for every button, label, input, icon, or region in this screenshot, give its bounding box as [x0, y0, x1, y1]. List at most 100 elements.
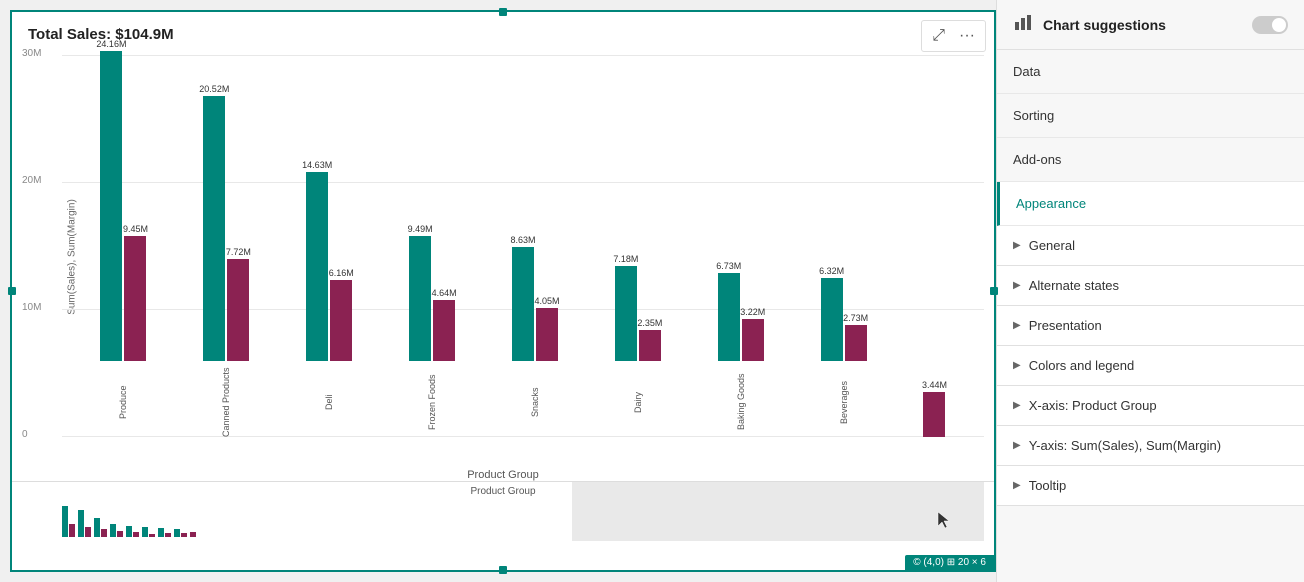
bar-purple-8[interactable]: 3.44M [923, 380, 945, 437]
bar-label-2: Deli [324, 367, 334, 437]
mini-bar-group-8 [190, 532, 196, 537]
bar-label-0: Produce [118, 367, 128, 437]
mini-bar-group-2 [94, 518, 107, 537]
section-colors-legend-label: Colors and legend [1029, 358, 1135, 373]
bar-group-0: 24.16M9.45M Produce [100, 39, 146, 437]
bar-teal-7[interactable]: 6.32M [821, 266, 843, 361]
section-general: ▶ General [997, 226, 1304, 266]
nav-label-addons: Add-ons [1013, 152, 1061, 167]
section-alternate-states-header[interactable]: ▶ Alternate states [997, 266, 1304, 305]
bar-purple-6[interactable]: 3.22M [742, 307, 764, 361]
bar-group-3: 9.49M4.64M Frozen Foods [409, 224, 455, 437]
mini-bar-group-3 [110, 524, 123, 537]
bar-group-7: 6.32M2.73M Beverages [821, 266, 867, 437]
section-y-axis-header[interactable]: ▶ Y-axis: Sum(Sales), Sum(Margin) [997, 426, 1304, 465]
section-general-header[interactable]: ▶ General [997, 226, 1304, 265]
bar-purple-4[interactable]: 4.05M [536, 296, 558, 361]
section-presentation-header[interactable]: ▶ Presentation [997, 306, 1304, 345]
section-tooltip-header[interactable]: ▶ Tooltip [997, 466, 1304, 505]
chart-container: ⤢ ··· Total Sales: $104.9M Sum(Sales), S… [10, 10, 996, 572]
bar-group-5: 7.18M2.35M Dairy [615, 254, 661, 437]
bar-group-8: 3.44M [923, 380, 945, 437]
bar-purple-1[interactable]: 7.72M [227, 247, 249, 361]
more-options-button[interactable]: ··· [955, 25, 979, 47]
section-general-label: General [1029, 238, 1075, 253]
bar-group-6: 6.73M3.22M Baking Goods [718, 261, 764, 437]
bar-purple-5[interactable]: 2.35M [639, 318, 661, 361]
bar-label-4: Snacks [530, 367, 540, 437]
bar-teal-6[interactable]: 6.73M [718, 261, 740, 361]
section-y-axis: ▶ Y-axis: Sum(Sales), Sum(Margin) [997, 426, 1304, 466]
anchor-top[interactable] [499, 8, 507, 16]
bar-label-5: Dairy [633, 367, 643, 437]
mini-bar-group-4 [126, 526, 139, 537]
nav-label-data: Data [1013, 64, 1040, 79]
section-colors-legend-header[interactable]: ▶ Colors and legend [997, 346, 1304, 385]
bar-teal-1[interactable]: 20.52M [203, 84, 225, 361]
section-alternate-states-label: Alternate states [1029, 278, 1119, 293]
chart-toolbar: ⤢ ··· [921, 20, 986, 52]
nav-label-sorting: Sorting [1013, 108, 1054, 123]
bar-teal-3[interactable]: 9.49M [409, 224, 431, 361]
bar-teal-2[interactable]: 14.63M [306, 160, 328, 361]
mini-bar-group-1 [78, 510, 91, 537]
mini-chart: Product Group [12, 481, 994, 541]
anchor-left[interactable] [8, 287, 16, 295]
mini-chart-label: Product Group [470, 486, 535, 497]
panel-nav: Data Sorting Add-ons Appearance [997, 50, 1304, 226]
anchor-bottom[interactable] [499, 566, 507, 574]
bar-label-3: Frozen Foods [427, 367, 437, 437]
nav-item-addons[interactable]: Add-ons [997, 138, 1304, 182]
chevron-right-icon-7: ▶ [1013, 480, 1021, 491]
bar-group-4: 8.63M4.05M Snacks [512, 235, 558, 437]
nav-label-appearance: Appearance [1016, 196, 1086, 211]
mini-bar-group-0 [62, 506, 75, 537]
chart-icon [1013, 12, 1033, 37]
bar-label-6: Baking Goods [736, 367, 746, 437]
nav-item-data[interactable]: Data [997, 50, 1304, 94]
section-alternate-states: ▶ Alternate states [997, 266, 1304, 306]
bar-group-2: 14.63M6.16M Deli [306, 160, 352, 437]
panel-title: Chart suggestions [1043, 17, 1252, 33]
chevron-right-icon: ▶ [1013, 240, 1021, 251]
chart-title: Total Sales: $104.9M [12, 12, 994, 47]
section-x-axis-label: X-axis: Product Group [1029, 398, 1157, 413]
bar-purple-0[interactable]: 9.45M [124, 224, 146, 361]
bar-purple-7[interactable]: 2.73M [845, 313, 867, 361]
chevron-right-icon-3: ▶ [1013, 320, 1021, 331]
bar-purple-2[interactable]: 6.16M [330, 268, 352, 361]
section-colors-legend: ▶ Colors and legend [997, 346, 1304, 386]
right-panel: Chart suggestions Data Sorting Add-ons A… [996, 0, 1304, 582]
chevron-right-icon-2: ▶ [1013, 280, 1021, 291]
chevron-right-icon-4: ▶ [1013, 360, 1021, 371]
section-x-axis-header[interactable]: ▶ X-axis: Product Group [997, 386, 1304, 425]
bar-teal-0[interactable]: 24.16M [100, 39, 122, 361]
nav-item-sorting[interactable]: Sorting [997, 94, 1304, 138]
bar-label-7: Beverages [839, 367, 849, 437]
mini-bar-group-5 [142, 527, 155, 537]
mini-chart-overlay [572, 482, 984, 541]
chevron-right-icon-6: ▶ [1013, 440, 1021, 451]
nav-item-appearance[interactable]: Appearance [997, 182, 1304, 226]
x-axis-title: Product Group [12, 469, 994, 481]
expand-button[interactable]: ⤢ [928, 25, 949, 47]
bar-group-1: 20.52M7.72M Canned Products [203, 84, 249, 437]
chart-plot-area: Sum(Sales), Sum(Margin) 30M 20M 10M 0 24… [12, 47, 994, 467]
bar-label-1: Canned Products [221, 367, 231, 437]
section-x-axis: ▶ X-axis: Product Group [997, 386, 1304, 426]
bars-container: 24.16M9.45MProduce20.52M7.72MCanned Prod… [62, 55, 984, 437]
chart-plot: 30M 20M 10M 0 24.16M9.45MProduce20.52M7.… [62, 55, 984, 467]
anchor-right[interactable] [990, 287, 998, 295]
chart-suggestions-toggle[interactable] [1252, 16, 1288, 34]
status-bar: © (4,0) ⊞ 20 × 6 [905, 555, 994, 570]
bar-teal-4[interactable]: 8.63M [512, 235, 534, 361]
bar-teal-5[interactable]: 7.18M [615, 254, 637, 361]
mini-bars [62, 497, 569, 537]
mini-bar-group-7 [174, 529, 187, 537]
section-tooltip: ▶ Tooltip [997, 466, 1304, 506]
section-presentation-label: Presentation [1029, 318, 1102, 333]
bar-purple-3[interactable]: 4.64M [433, 288, 455, 361]
section-y-axis-label: Y-axis: Sum(Sales), Sum(Margin) [1029, 438, 1221, 453]
mini-bar-group-6 [158, 528, 171, 537]
section-presentation: ▶ Presentation [997, 306, 1304, 346]
